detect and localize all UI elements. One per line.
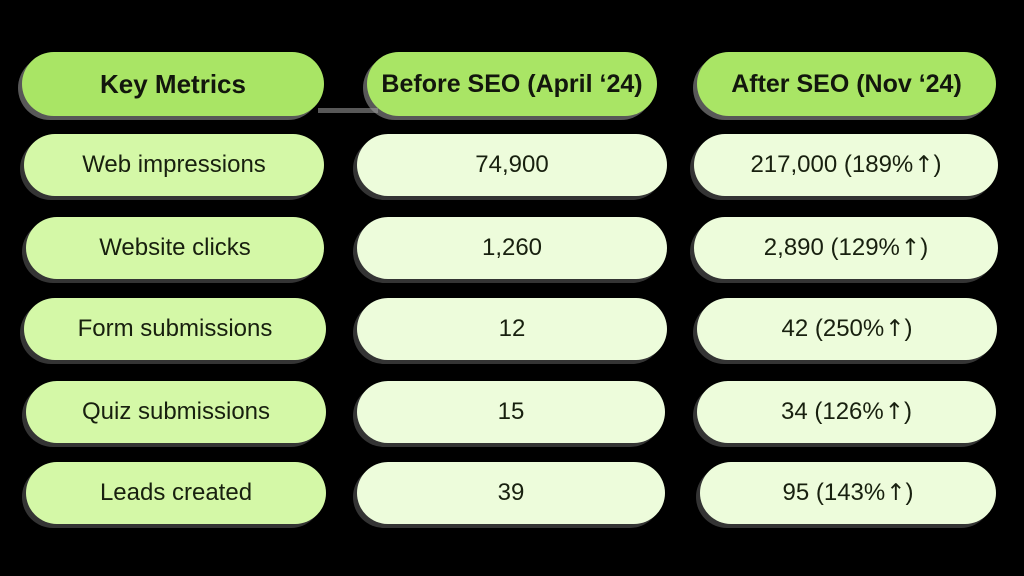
- column-header-label: Before SEO (April ‘24): [381, 69, 643, 98]
- comparison-table-slide: Key Metrics Before SEO (April ‘24) After…: [0, 0, 1024, 576]
- table-row: 2,890 (129% ↑ ): [694, 217, 998, 279]
- after-value-suffix: ): [933, 151, 942, 178]
- after-value: 2,890 (129%: [763, 234, 900, 261]
- after-value-suffix: ): [904, 315, 913, 342]
- after-value: 95 (143%: [782, 479, 886, 506]
- table-row: 95 (143% ↑ ): [700, 462, 996, 524]
- trend-up-icon: ↑: [886, 479, 906, 506]
- metric-label: Website clicks: [99, 234, 251, 261]
- after-value: 42 (250%: [781, 315, 885, 342]
- header-gap-shadow: [318, 108, 378, 113]
- metric-label: Web impressions: [82, 151, 266, 178]
- after-value-suffix: ): [904, 398, 913, 425]
- after-value: 34 (126%: [780, 398, 884, 425]
- column-header-label: After SEO (Nov ‘24): [731, 69, 962, 98]
- after-value-suffix: ): [905, 479, 914, 506]
- before-value: 15: [497, 398, 525, 425]
- table-row: Form submissions: [24, 298, 326, 360]
- table-row: 34 (126% ↑ ): [697, 381, 996, 443]
- trend-up-icon: ↑: [900, 234, 921, 261]
- trend-up-icon: ↑: [884, 398, 905, 425]
- trend-up-icon: ↑: [914, 151, 934, 178]
- column-header-key-metrics: Key Metrics: [22, 52, 324, 116]
- metric-label: Quiz submissions: [81, 398, 271, 425]
- table-row: Quiz submissions: [26, 381, 326, 443]
- table-row: 12: [357, 298, 667, 360]
- column-header-after-seo: After SEO (Nov ‘24): [697, 52, 996, 116]
- table-row: Website clicks: [26, 217, 324, 279]
- table-row: Web impressions: [24, 134, 324, 196]
- trend-up-icon: ↑: [885, 315, 905, 342]
- before-value: 1,260: [481, 234, 543, 261]
- table-row: Leads created: [26, 462, 326, 524]
- table-row: 42 (250% ↑ ): [697, 298, 997, 360]
- before-value: 12: [498, 315, 526, 342]
- after-value-suffix: ): [920, 234, 929, 261]
- before-value: 39: [497, 479, 525, 506]
- table-row: 15: [357, 381, 665, 443]
- before-value: 74,900: [475, 151, 549, 178]
- metric-label: Form submissions: [77, 315, 273, 342]
- metric-label: Leads created: [99, 479, 253, 506]
- table-row: 39: [357, 462, 665, 524]
- column-header-label: Key Metrics: [100, 69, 246, 99]
- after-value: 217,000 (189%: [750, 151, 914, 178]
- table-row: 217,000 (189% ↑ ): [694, 134, 998, 196]
- column-header-before-seo: Before SEO (April ‘24): [367, 52, 657, 116]
- table-row: 1,260: [357, 217, 667, 279]
- table-row: 74,900: [357, 134, 667, 196]
- metrics-table: Key Metrics Before SEO (April ‘24) After…: [0, 0, 1024, 576]
